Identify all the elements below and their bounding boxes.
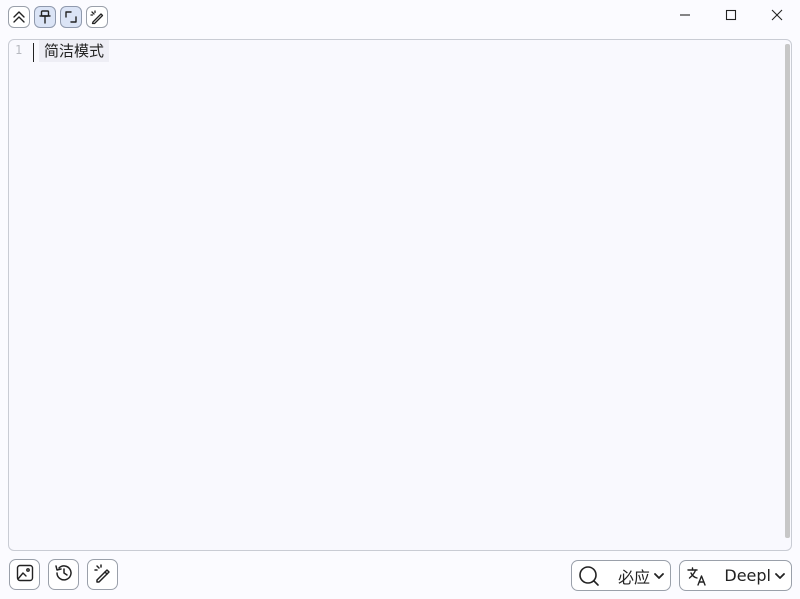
minimize-icon: [679, 6, 691, 25]
text-caret: [33, 43, 34, 62]
translator-select[interactable]: Deepl: [679, 560, 792, 591]
search-engine-value: 必应: [617, 567, 650, 587]
editor-line-text[interactable]: 简洁模式: [39, 40, 110, 62]
image-icon: [15, 563, 35, 587]
window-controls: [662, 0, 800, 30]
search-engine-select[interactable]: 必应: [571, 560, 671, 591]
screenshot-frame-button[interactable]: [60, 6, 82, 28]
maximize-button[interactable]: [708, 0, 754, 30]
vertical-scrollbar[interactable]: [785, 44, 790, 538]
pen-button[interactable]: [87, 559, 118, 590]
magic-pen-icon: [89, 9, 105, 25]
text-editor[interactable]: 1 简洁模式: [8, 39, 792, 551]
close-icon: [771, 6, 783, 25]
close-button[interactable]: [754, 0, 800, 30]
line-gutter: 1: [9, 40, 33, 550]
history-button[interactable]: [48, 559, 79, 590]
translator-value: Deepl: [724, 566, 771, 585]
app-window: 1 简洁模式 必应 Deepl: [0, 0, 800, 599]
chevron-down-icon: [652, 572, 666, 580]
image-button[interactable]: [9, 559, 40, 590]
history-icon: [53, 562, 75, 588]
pen-icon: [92, 562, 114, 588]
magic-pen-button[interactable]: [86, 6, 108, 28]
minimize-button[interactable]: [662, 0, 708, 30]
collapse-up-icon: [11, 9, 27, 25]
top-toolbar: [8, 6, 108, 28]
line-number: 1: [15, 43, 23, 57]
chevron-down-icon: [773, 572, 787, 580]
collapse-button[interactable]: [8, 6, 30, 28]
search-icon: [577, 564, 601, 588]
corner-frame-icon: [63, 9, 79, 25]
pin-button[interactable]: [34, 6, 56, 28]
translate-icon: [685, 564, 709, 588]
pin-icon: [37, 9, 53, 25]
bottom-toolbar: [9, 559, 118, 590]
maximize-icon: [725, 6, 737, 25]
